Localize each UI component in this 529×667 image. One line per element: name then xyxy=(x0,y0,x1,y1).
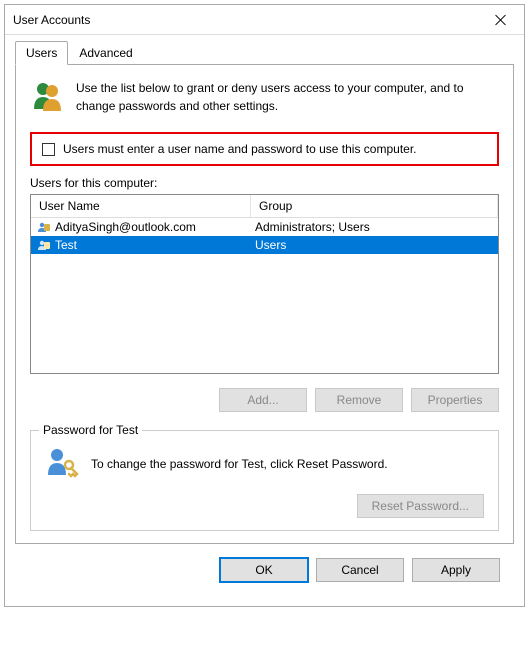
password-button-row: Reset Password... xyxy=(45,494,484,518)
require-login-row: Users must enter a user name and passwor… xyxy=(30,132,499,166)
dialog-title: User Accounts xyxy=(13,13,478,27)
intro-text: Use the list below to grant or deny user… xyxy=(76,79,499,116)
cell-group: Users xyxy=(251,237,498,253)
password-groupbox: Password for Test To change the password… xyxy=(30,430,499,531)
properties-button[interactable]: Properties xyxy=(411,388,499,412)
listview-header: User Name Group xyxy=(31,195,498,218)
user-icon xyxy=(37,239,51,251)
users-listview[interactable]: User Name Group AdityaSingh@outlook.com … xyxy=(30,194,499,374)
close-icon xyxy=(496,15,506,25)
tab-panel-users: Use the list below to grant or deny user… xyxy=(15,64,514,544)
remove-user-button[interactable]: Remove xyxy=(315,388,403,412)
add-user-button[interactable]: Add... xyxy=(219,388,307,412)
password-info-text: To change the password for Test, click R… xyxy=(91,457,388,471)
reset-password-button[interactable]: Reset Password... xyxy=(357,494,484,518)
dialog-buttons: OK Cancel Apply xyxy=(15,544,514,596)
list-item[interactable]: AdityaSingh@outlook.com Administrators; … xyxy=(31,218,498,236)
password-info-row: To change the password for Test, click R… xyxy=(45,445,484,482)
users-icon xyxy=(30,79,64,116)
cancel-button[interactable]: Cancel xyxy=(316,558,404,582)
column-username[interactable]: User Name xyxy=(31,195,251,217)
cell-username: AdityaSingh@outlook.com xyxy=(55,220,196,234)
apply-button[interactable]: Apply xyxy=(412,558,500,582)
require-login-label: Users must enter a user name and passwor… xyxy=(63,142,417,156)
user-accounts-dialog: User Accounts Users Advanced Use the lis… xyxy=(4,4,525,607)
list-item[interactable]: Test Users xyxy=(31,236,498,254)
titlebar: User Accounts xyxy=(5,5,524,35)
tab-users[interactable]: Users xyxy=(15,41,68,65)
intro-row: Use the list below to grant or deny user… xyxy=(30,79,499,116)
cell-username: Test xyxy=(55,238,77,252)
column-group[interactable]: Group xyxy=(251,195,498,217)
tab-strip: Users Advanced xyxy=(15,41,514,65)
users-list-label: Users for this computer: xyxy=(30,176,499,190)
dialog-body: Users Advanced Use the list below to gra… xyxy=(5,35,524,606)
tab-advanced[interactable]: Advanced xyxy=(68,41,143,65)
require-login-checkbox[interactable] xyxy=(42,143,55,156)
user-buttons-row: Add... Remove Properties xyxy=(30,388,499,412)
ok-button[interactable]: OK xyxy=(220,558,308,582)
cell-group: Administrators; Users xyxy=(251,219,498,235)
password-legend: Password for Test xyxy=(39,423,142,437)
key-user-icon xyxy=(45,445,79,482)
user-icon xyxy=(37,221,51,233)
close-button[interactable] xyxy=(478,5,524,35)
